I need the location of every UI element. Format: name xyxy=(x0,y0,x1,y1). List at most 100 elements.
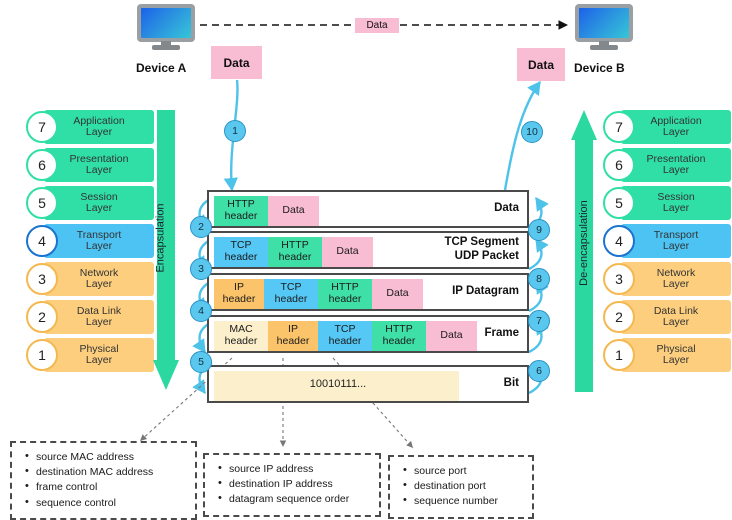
layer-bar: Session Layer xyxy=(44,186,154,220)
step-circle-2: 2 xyxy=(190,216,212,238)
step-circle-1: 1 xyxy=(224,120,246,142)
monitor-bezel xyxy=(575,4,633,42)
layer-name-line2: Layer xyxy=(85,240,113,252)
layer-row-3-right[interactable]: Network Layer 3 xyxy=(603,262,731,296)
pdu-label-line2: UDP Packet xyxy=(454,250,519,262)
pdu-row-segment: TCP header HTTP header Data TCP Segment … xyxy=(207,231,529,269)
osi-stack-left: Application Layer 7 Presentation Layer 6 S… xyxy=(26,110,156,390)
pdu-row-bit: 10010111... Bit xyxy=(207,365,529,403)
layer-row-5-right[interactable]: Session Layer 5 xyxy=(603,186,731,220)
bit-string: 10010111... xyxy=(309,378,367,390)
segment-tcp-header: TCP header xyxy=(318,321,372,351)
layer-name-line1: Network xyxy=(656,266,696,279)
layer-name-line1: Physical xyxy=(79,342,119,355)
layer-name-line1: Application xyxy=(650,114,702,127)
layer-row-6-left[interactable]: Presentation Layer 6 xyxy=(26,148,154,182)
pdu-label-line1: Frame xyxy=(484,327,519,340)
layer-number: 7 xyxy=(26,111,58,143)
layer-name-line2: Layer xyxy=(662,278,690,290)
callout-item: destination port xyxy=(403,478,522,494)
osi-stack-right: Application Layer 7 Presentation Layer 6 S… xyxy=(603,110,732,390)
segment-data: Data xyxy=(372,279,423,309)
layer-name-line1: Data Link xyxy=(76,304,122,317)
segment-data: Data xyxy=(268,196,319,226)
callout-tcp-header: source port destination port sequence nu… xyxy=(388,455,534,519)
layer-number: 3 xyxy=(603,263,635,295)
layer-row-4-right[interactable]: Transport Layer 4 xyxy=(603,224,731,258)
segment-http-header: HTTP header xyxy=(372,321,426,351)
encapsulation-label: Encapsulation xyxy=(154,203,167,273)
callout-mac-header: source MAC address destination MAC addre… xyxy=(10,441,197,520)
step-circle-4: 4 xyxy=(190,300,212,322)
callout-item: frame control xyxy=(25,479,185,495)
pdu-label-line1: Data xyxy=(494,202,519,215)
segment-line2: header xyxy=(328,335,362,347)
layer-name-line1: Presentation xyxy=(69,152,129,165)
layer-row-7-right[interactable]: Application Layer 7 xyxy=(603,110,731,144)
layer-name-line2: Layer xyxy=(85,278,113,290)
layer-bar: Presentation Layer xyxy=(44,148,154,182)
segment-line1: Data xyxy=(440,329,463,342)
layer-name-line2: Layer xyxy=(662,126,690,138)
layer-name-line2: Layer xyxy=(662,164,690,176)
segment-line2: header xyxy=(278,251,312,263)
layer-bar: Transport Layer xyxy=(44,224,154,258)
segment-ip-header: IP header xyxy=(268,321,318,351)
layer-row-3-left[interactable]: Network Layer 3 xyxy=(26,262,154,296)
layer-name-line2: Layer xyxy=(662,316,690,328)
layer-name-line1: Transport xyxy=(653,228,699,241)
destination-data-chip: Data xyxy=(517,48,565,81)
callout-item: source port xyxy=(403,463,522,479)
layer-bar: Application Layer xyxy=(44,110,154,144)
diagram-canvas: Device A Device B Data Data Data Applica… xyxy=(0,0,732,520)
pdu-label-line1: TCP Segment xyxy=(444,236,519,249)
pdu-row-frame: MAC header IP header TCP header HTTP hea… xyxy=(207,315,529,353)
device-a-label: Device A xyxy=(136,61,187,75)
source-data-chip: Data xyxy=(211,46,262,79)
segment-line2: header xyxy=(276,335,310,347)
monitor-bezel xyxy=(137,4,195,42)
step-circle-7: 7 xyxy=(528,310,550,332)
de-encapsulation-label: De-encapsulation xyxy=(577,200,590,286)
layer-number: 1 xyxy=(603,339,635,371)
callout-item: destination IP address xyxy=(218,476,369,492)
monitor-icon-device-a xyxy=(137,4,195,50)
segment-line2: header xyxy=(382,335,416,347)
layer-name-line1: Session xyxy=(80,190,118,203)
layer-number: 5 xyxy=(603,187,635,219)
segment-tcp-header: TCP header xyxy=(264,279,318,309)
layer-name-line1: Physical xyxy=(656,342,696,355)
layer-row-2-left[interactable]: Data Link Layer 2 xyxy=(26,300,154,334)
layer-row-4-left[interactable]: Transport Layer 4 xyxy=(26,224,154,258)
callout-item: destination MAC address xyxy=(25,464,185,480)
layer-name-line1: Transport xyxy=(76,228,122,241)
step-circle-10: 10 xyxy=(521,121,543,143)
device-b-label: Device B xyxy=(574,61,625,75)
layer-number: 2 xyxy=(26,301,58,333)
pdu-row-data: HTTP header Data Data xyxy=(207,190,529,228)
callout-item: datagram sequence order xyxy=(218,491,369,507)
callout-item: source IP address xyxy=(218,461,369,477)
pdu-label-segment: TCP Segment UDP Packet xyxy=(444,233,519,267)
layer-row-2-right[interactable]: Data Link Layer 2 xyxy=(603,300,731,334)
segment-line2: header xyxy=(224,251,258,263)
layer-row-6-right[interactable]: Presentation Layer 6 xyxy=(603,148,731,182)
layer-number: 1 xyxy=(26,339,58,371)
pdu-label-datagram: IP Datagram xyxy=(452,275,519,309)
layer-number: 7 xyxy=(603,111,635,143)
layer-name-line1: Data Link xyxy=(653,304,699,317)
layer-row-5-left[interactable]: Session Layer 5 xyxy=(26,186,154,220)
layer-row-7-left[interactable]: Application Layer 7 xyxy=(26,110,154,144)
monitor-base xyxy=(590,45,618,50)
step-circle-8: 8 xyxy=(528,268,550,290)
segment-line2: header xyxy=(224,335,258,347)
step-circle-9: 9 xyxy=(528,219,550,241)
segment-line1: Data xyxy=(336,245,359,258)
layer-name-line1: Presentation xyxy=(646,152,706,165)
layer-name-line2: Layer xyxy=(85,126,113,138)
callout-item: sequence control xyxy=(25,495,185,511)
layer-number: 6 xyxy=(26,149,58,181)
layer-row-1-right[interactable]: Physical Layer 1 xyxy=(603,338,731,372)
layer-row-1-left[interactable]: Physical Layer 1 xyxy=(26,338,154,372)
layer-number: 6 xyxy=(603,149,635,181)
